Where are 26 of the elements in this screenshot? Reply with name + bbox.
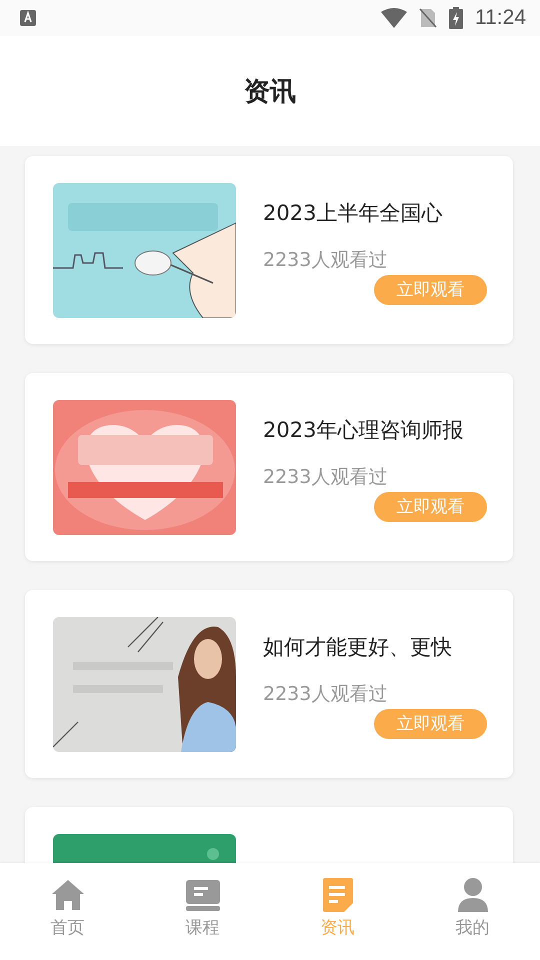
tab-item[interactable]: 资讯 <box>270 863 405 960</box>
status-time: 11:24 <box>475 6 526 30</box>
view-count: 2233人观看过 <box>263 682 388 706</box>
watch-button[interactable]: 立即观看 <box>374 708 487 738</box>
article-card[interactable]: 如何才能更好、更快 2233人观看过 立即观看 <box>25 590 513 778</box>
wifi-icon <box>381 8 407 28</box>
watch-button[interactable]: 立即观看 <box>374 492 487 522</box>
tab-item[interactable]: 课程 <box>135 863 270 960</box>
person-icon <box>458 878 488 912</box>
tab-item[interactable]: 我的 <box>405 863 540 960</box>
page-title: 资讯 <box>244 76 296 108</box>
article-title: 2023年心理咨询师报 <box>263 416 464 444</box>
watch-button[interactable]: 立即观看 <box>374 274 487 304</box>
no-sim-icon <box>419 8 437 28</box>
monitor-icon <box>186 878 220 912</box>
tab-item[interactable]: 首页 <box>0 863 135 960</box>
article-title: 如何才能更好、更快 <box>263 634 453 660</box>
house-icon <box>50 878 84 912</box>
view-count: 2233人观看过 <box>263 464 388 490</box>
article-card[interactable]: 2023上半年全国心 2233人观看过 立即观看 <box>25 156 513 344</box>
battery-charging-icon <box>449 7 463 29</box>
view-count: 2233人观看过 <box>263 248 388 272</box>
document-icon <box>322 878 352 912</box>
article-title: 2023上半年全国心 <box>263 200 444 226</box>
article-card[interactable]: 2023年心理咨询师报 2233人观看过 立即观看 <box>25 373 513 561</box>
keyboard-icon <box>20 10 36 26</box>
